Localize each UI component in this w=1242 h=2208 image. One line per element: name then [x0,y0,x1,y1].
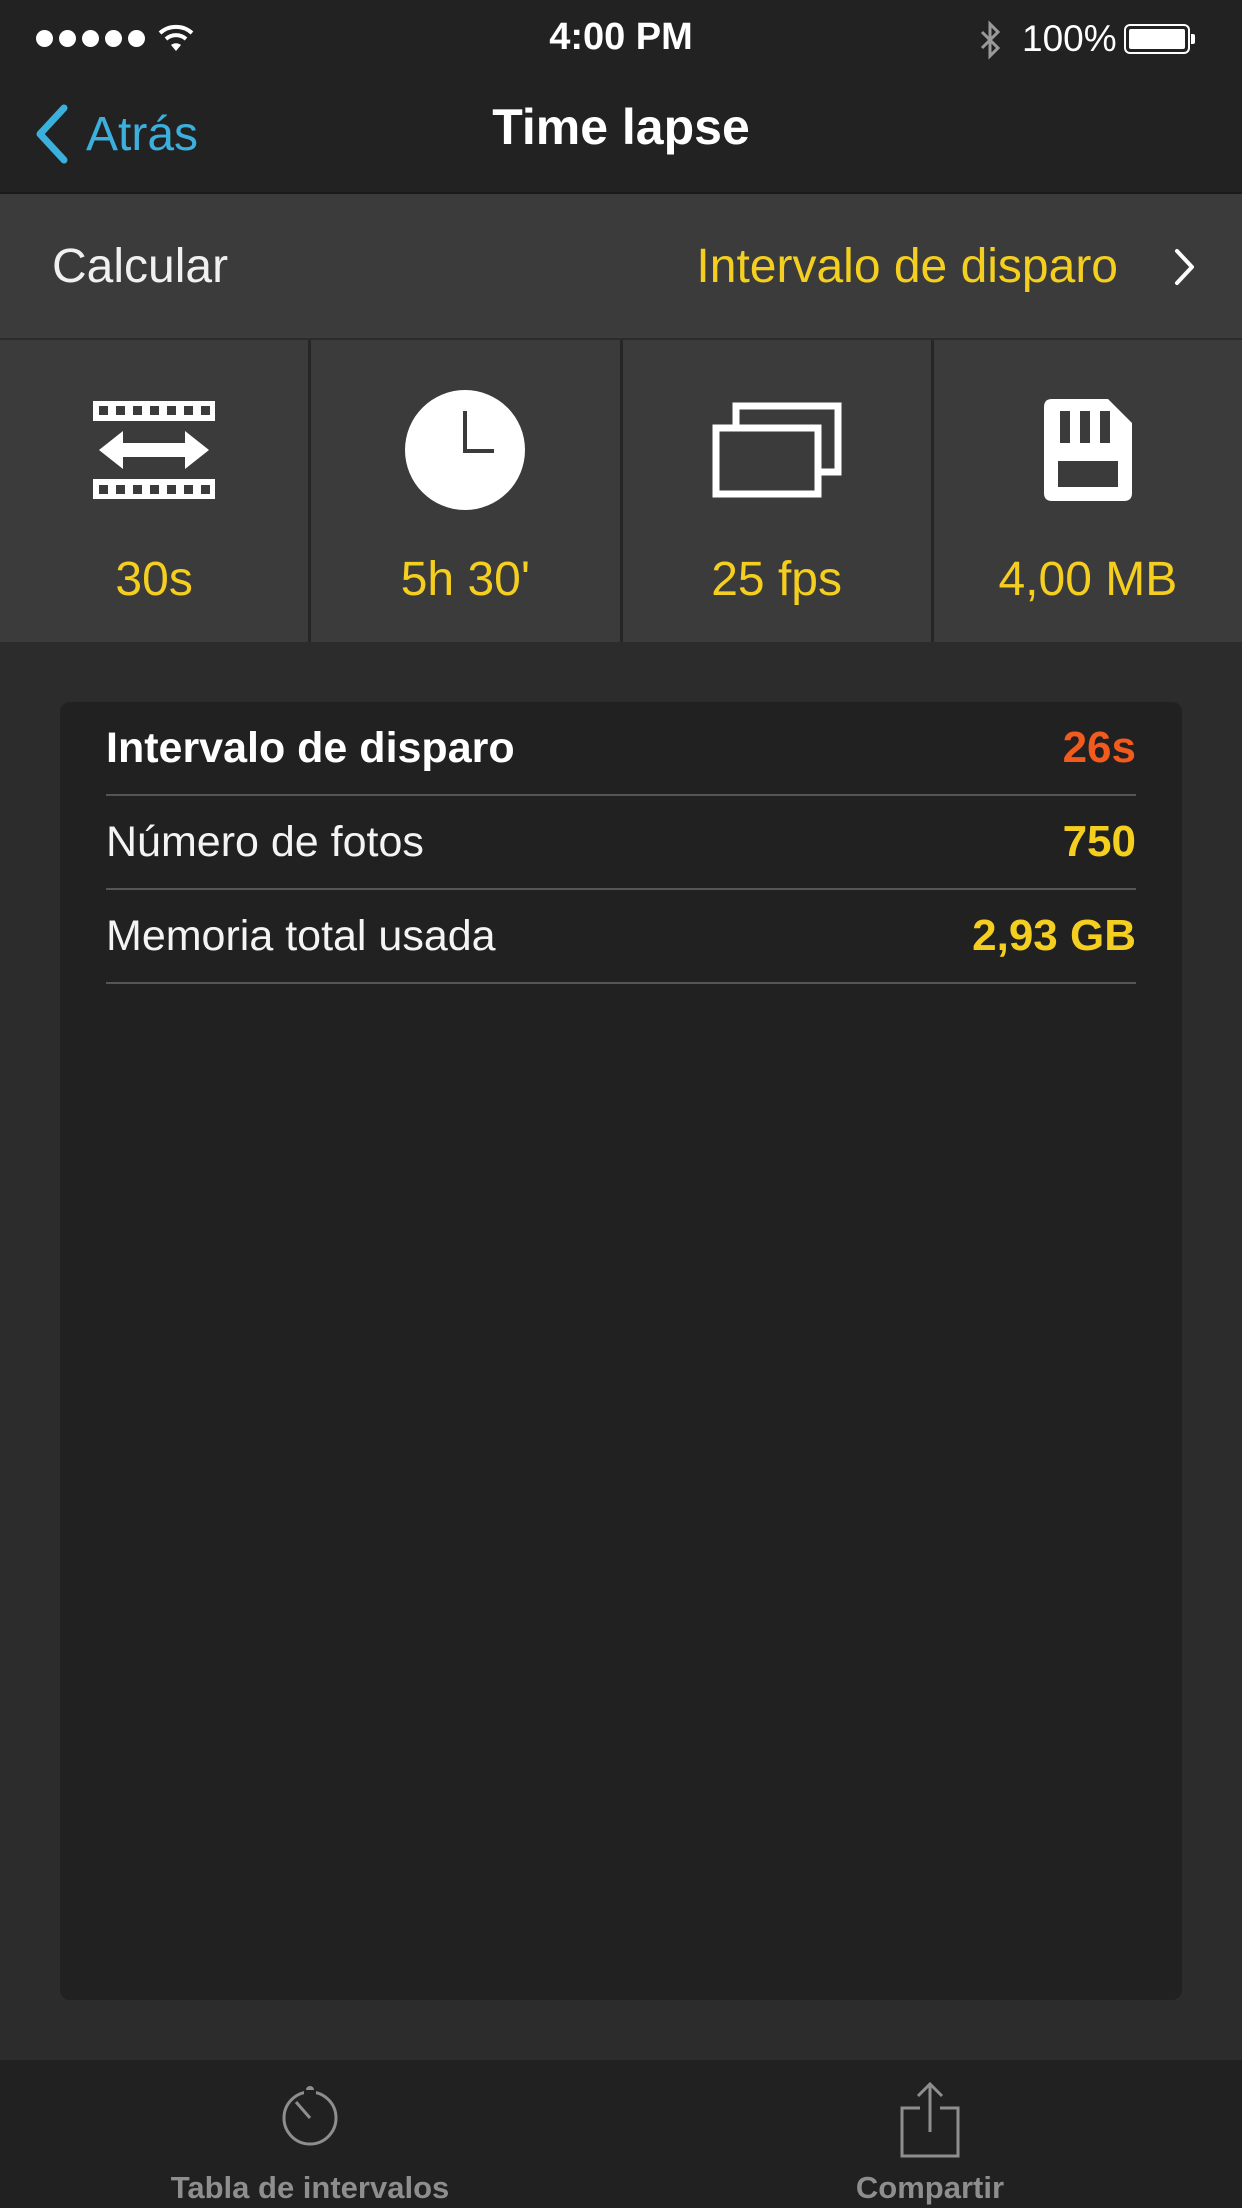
result-row-photo-count: Número de fotos 750 [106,796,1136,890]
calculate-value: Intervalo de disparo [696,239,1118,293]
battery-percentage: 100% [1022,18,1117,59]
calculate-selector[interactable]: Calcular Intervalo de disparo [0,194,1242,338]
tab-label: Tabla de intervalos [170,2170,450,2205]
param-frame-rate[interactable]: 25 fps [622,340,931,642]
frames-icon [712,402,842,498]
result-value: 26s [1062,723,1136,772]
film-interval-icon [93,401,216,499]
page-title: Time lapse [492,99,750,155]
tab-label: Compartir [855,2170,1005,2205]
param-value: 25 fps [711,553,842,606]
status-bar: 4:00 PM 100% [0,0,1242,80]
battery-icon [1124,24,1195,54]
param-shooting-duration[interactable]: 5h 30' [311,340,620,642]
result-label: Intervalo de disparo [106,723,515,772]
param-clip-duration[interactable]: 30s [0,340,309,642]
result-label: Número de fotos [106,817,424,866]
param-value: 5h 30' [400,553,531,606]
param-value: 4,00 MB [998,553,1178,606]
tab-bar: Tabla de intervalos Compartir [0,2060,1242,2208]
result-value: 2,93 GB [972,911,1136,960]
chevron-right-icon [1175,249,1194,285]
share-icon [900,2082,960,2158]
clock-icon [405,390,526,510]
param-photo-size[interactable]: 4,00 MB [933,340,1242,642]
param-value: 30s [115,553,193,606]
bluetooth-icon [980,20,1001,60]
navigation-bar: Atrás Time lapse [0,80,1242,194]
calculate-label: Calcular [52,239,229,293]
result-value: 750 [1062,817,1136,866]
result-row-total-memory: Memoria total usada 2,93 GB [106,890,1136,984]
tab-interval-table[interactable]: Tabla de intervalos [100,2060,520,2208]
result-row-shooting-interval: Intervalo de disparo 26s [106,702,1136,796]
result-label: Memoria total usada [106,911,496,960]
tab-share[interactable]: Compartir [720,2060,1140,2208]
results-card: Intervalo de disparo 26s Número de fotos… [60,702,1182,2000]
timer-icon [282,2086,338,2146]
sd-card-icon [1043,399,1132,501]
parameter-grid: 30s 5h 30' 25 fps 4,00 MB [0,340,1242,642]
